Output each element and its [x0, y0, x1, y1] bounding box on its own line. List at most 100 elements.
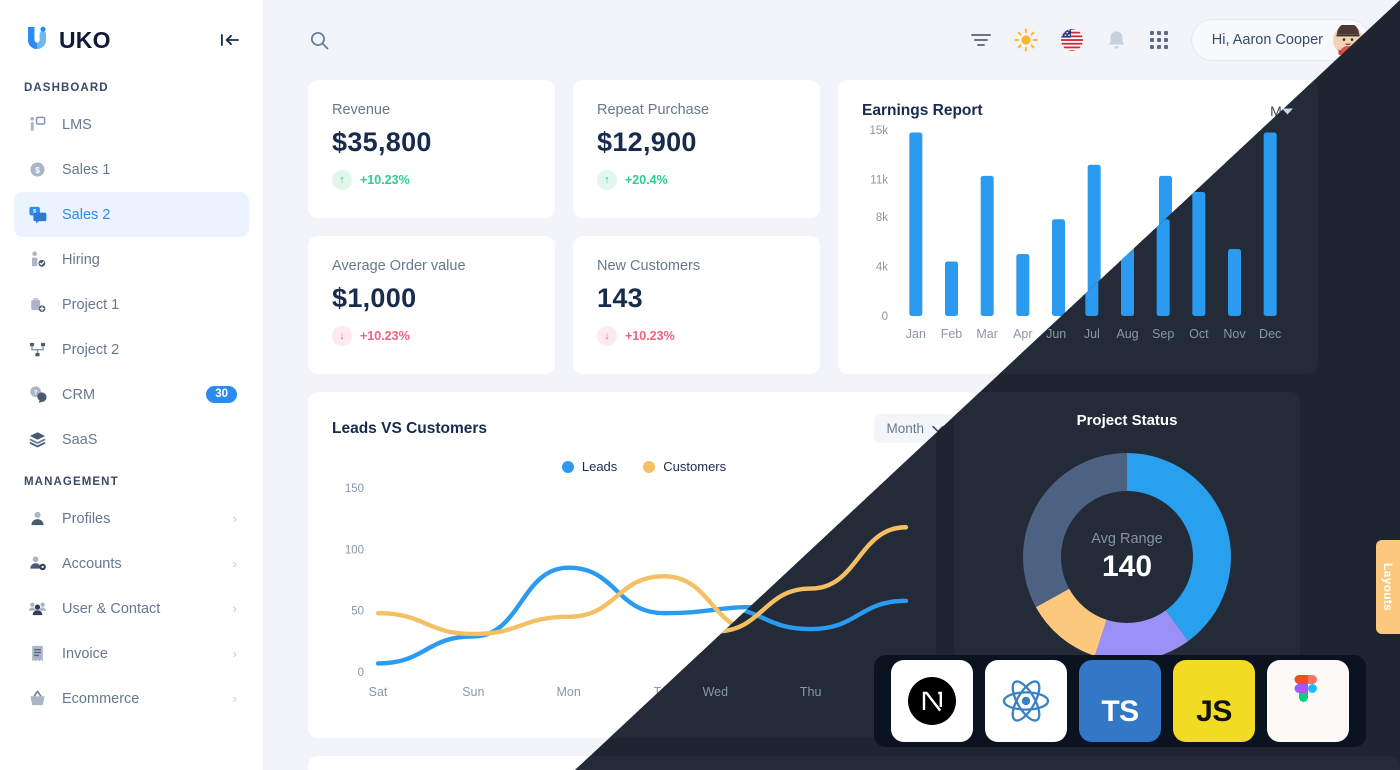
legend-item-leads[interactable]: Leads	[561, 459, 618, 474]
sidebar-section-label-dashboard: DASHBOARD	[24, 82, 109, 94]
sidebar-nav-management: Profiles › Accounts › User & Contact ›	[0, 496, 263, 721]
sidebar-item-label: Invoice	[62, 645, 108, 662]
stat-title: Repeat Purchase	[597, 102, 710, 118]
sidebar-item-lms[interactable]: LMS	[14, 102, 249, 147]
dollar-badge-icon: $	[26, 159, 48, 181]
sidebar-item-project-2[interactable]: Project 2	[14, 327, 249, 372]
svg-text:Sep: Sep	[1190, 327, 1212, 341]
leads-range-select[interactable]: Month	[874, 414, 956, 443]
apps-grid-icon[interactable]	[1149, 30, 1169, 50]
project-status-title: Project Status	[1120, 412, 1222, 429]
filter-lines-icon[interactable]	[970, 31, 992, 49]
sidebar: UKO DASHBOARD LMS $ Sales 1	[0, 0, 264, 770]
sidebar-item-label: Accounts	[62, 555, 122, 572]
brand-logo-group[interactable]: UKO	[24, 24, 111, 57]
leads-legend: Leads Customers	[332, 459, 956, 474]
project-box-icon	[26, 294, 48, 316]
sidebar-item-saas[interactable]: SaaS	[14, 417, 249, 462]
sidebar-item-ecommerce[interactable]: Ecommerce ›	[14, 676, 249, 721]
tech-stack-logo-bar: TS JS	[874, 655, 1366, 747]
arrow-up-icon: ↑	[332, 170, 352, 190]
sidebar-item-hiring[interactable]: Hiring	[14, 237, 249, 282]
svg-text:4k: 4k	[876, 261, 888, 273]
sidebar-item-invoice[interactable]: Invoice ›	[14, 631, 249, 676]
stat-value: $12,900	[597, 127, 697, 157]
stat-cards-grid: Revenue $35,800 ↑ +10.23% Repeat Purchas…	[308, 80, 820, 374]
svg-text:May: May	[1047, 327, 1071, 341]
chevron-right-icon: ›	[232, 601, 237, 616]
usa-flag-icon[interactable]	[1060, 28, 1084, 52]
basket-icon	[26, 688, 48, 710]
sidebar-item-accounts[interactable]: Accounts ›	[14, 541, 249, 586]
lms-icon	[26, 114, 48, 136]
stat-delta-text: +10.23%	[360, 173, 410, 187]
earnings-report-card: Earnings Report Month 0 4k 8k 11k 15k Jan Feb M…	[838, 80, 1356, 374]
sidebar-item-label: User & Contact	[62, 600, 161, 617]
header-actions: Hi, Aaron Cooper	[970, 19, 1370, 61]
svg-text:Mar: Mar	[976, 327, 998, 341]
sun-theme-icon[interactable]	[1014, 28, 1038, 52]
hiring-person-icon	[26, 249, 48, 271]
react-logo-icon[interactable]	[985, 660, 1067, 742]
earnings-title: Earnings Report	[862, 102, 983, 119]
stat-title: New Customers	[597, 258, 701, 274]
invoice-icon	[26, 643, 48, 665]
user-menu-chip[interactable]: Hi, Aaron Cooper	[1190, 19, 1370, 61]
sidebar-item-sales-1[interactable]: $ Sales 1	[14, 147, 249, 192]
sidebar-item-label: SaaS	[62, 431, 98, 448]
layouts-side-tab[interactable]: Layouts	[1376, 540, 1400, 634]
svg-text:Tue: Tue	[653, 685, 674, 699]
bell-notification-icon[interactable]	[1106, 29, 1127, 52]
stat-title: Average Order value	[332, 258, 466, 274]
stat-delta-text: +10.23%	[625, 329, 675, 343]
legend-label: Customers	[663, 459, 727, 474]
online-status-dot	[1355, 46, 1364, 55]
stat-value: $35,800	[332, 127, 432, 157]
stat-title: Revenue	[332, 102, 391, 118]
profile-icon	[26, 508, 48, 530]
donut-wrapper: Avg Range 140	[998, 439, 1344, 675]
earnings-range-label: Month	[1270, 103, 1309, 119]
sidebar-item-crm[interactable]: ? CRM 30	[14, 372, 249, 417]
leads-line-chart: 050100150SatSunMonTueWedThuFri	[345, 483, 957, 699]
stat-delta-text: +10.23%	[360, 329, 410, 343]
sidebar-item-profiles[interactable]: Profiles ›	[14, 496, 249, 541]
sidebar-item-project-1[interactable]: Project 1	[14, 282, 249, 327]
stat-card-new-customers: New Customers 143 ↓ +10.23%	[573, 236, 820, 374]
chevron-right-icon: ›	[232, 556, 237, 571]
stat-delta: ↓ +10.23%	[332, 326, 531, 346]
donut-center-value: 140	[1145, 549, 1197, 583]
stat-delta-text: +20.4%	[625, 173, 668, 187]
row-bottom	[308, 756, 1356, 770]
svg-text:Jul: Jul	[1122, 327, 1138, 341]
chevron-right-icon: ›	[232, 646, 237, 661]
sidebar-item-label: Project 1	[62, 296, 120, 313]
collapse-sidebar-icon[interactable]	[219, 30, 241, 50]
chevron-down-icon	[932, 421, 944, 436]
crm-chat-icon: ?	[26, 384, 48, 406]
brand-name: UKO	[59, 26, 111, 53]
nextjs-logo-icon[interactable]	[891, 660, 973, 742]
svg-text:?: ?	[33, 389, 37, 396]
sidebar-item-label: LMS	[62, 116, 92, 133]
typescript-logo-icon[interactable]: TS	[1079, 660, 1161, 742]
earnings-range-select[interactable]: Month	[1270, 103, 1332, 119]
svg-text:150: 150	[345, 483, 364, 495]
figma-logo-icon[interactable]	[1267, 660, 1349, 742]
legend-label: Leads	[581, 459, 618, 474]
sidebar-item-label: Sales 2	[62, 206, 111, 223]
sidebar-nav-dashboard: LMS $ Sales 1 $ Sales 2 Hiring	[0, 102, 263, 462]
greeting-text: Hi, Aaron Cooper	[1211, 32, 1323, 48]
stat-delta: ↓ +10.23%	[597, 326, 796, 346]
chevron-right-icon: ›	[232, 691, 237, 706]
sidebar-item-sales-2[interactable]: $ Sales 2	[14, 192, 249, 237]
stat-value: 143	[597, 283, 643, 313]
legend-item-customers[interactable]: Customers	[643, 459, 726, 474]
svg-text:Aug: Aug	[1154, 327, 1176, 341]
sidebar-item-label: Hiring	[62, 251, 100, 268]
sidebar-item-user-contact[interactable]: User & Contact ›	[14, 586, 249, 631]
search-icon[interactable]	[309, 30, 330, 51]
legend-dot-leads	[561, 460, 574, 473]
svg-text:8k: 8k	[876, 212, 888, 224]
javascript-logo-icon[interactable]: JS	[1173, 660, 1255, 742]
